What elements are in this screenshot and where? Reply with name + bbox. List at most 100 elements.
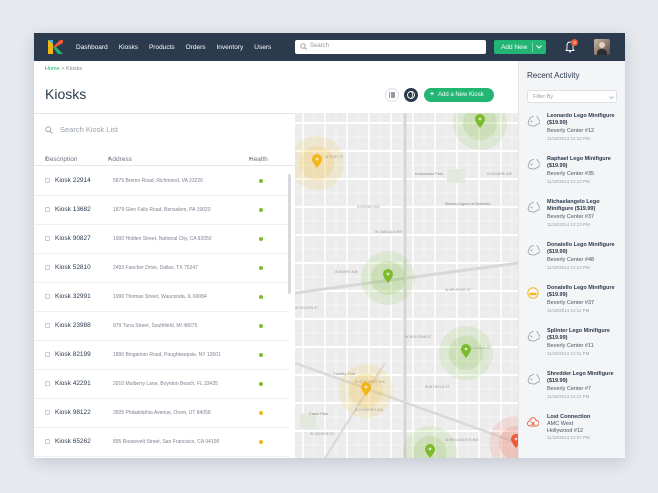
search-icon: [300, 43, 307, 50]
kiosk-description: Kiosk 32991: [55, 293, 91, 300]
table-row[interactable]: Kiosk 52810 2493 Fancher Drive, Dallas, T…: [34, 254, 289, 283]
kiosk-logo-icon[interactable]: [46, 38, 64, 56]
tag-icon: [527, 329, 542, 347]
activity-timestamp: 11/18/2014 12:12 PM: [547, 179, 590, 184]
map-pin-dot: [478, 117, 482, 121]
globe-icon: [407, 91, 415, 99]
recent-activity-title: Recent Activity: [527, 71, 580, 80]
activity-location: Beverly Center #12: [547, 128, 595, 134]
list-view-button[interactable]: [385, 88, 399, 102]
map-canvas[interactable]: W EDDY STW OAKDALE AVEW BARRY AVEW MELRO…: [295, 113, 518, 458]
add-kiosk-label: Add a New Kiosk: [438, 91, 484, 98]
map-street-label: W GEORGE ST: [310, 432, 334, 436]
recent-activity-panel: Recent Activity Filter By Leonardo Lego …: [518, 61, 625, 458]
warning-icon: [527, 286, 539, 304]
map-street-label: N KILDARE AVE: [487, 172, 513, 176]
table-row[interactable]: Kiosk 13682 1879 Glen Falls Road, Bensale…: [34, 196, 289, 225]
activity-timestamp: 11/18/2014 12:07 PM: [547, 435, 590, 440]
kiosk-map[interactable]: W EDDY ST W OAKDALE AVE W BARRY AVE W MELRO…: [295, 113, 518, 458]
row-checkbox[interactable]: [45, 352, 50, 357]
activity-title: Splinter Lego Minifigure ($19.99): [547, 328, 610, 341]
map-place-label: Crane Park: [309, 412, 328, 416]
list-scrollbar[interactable]: [288, 174, 291, 294]
activity-title: Michaelangelo Lego Minifigure ($19.99): [547, 199, 600, 212]
activity-title: Raphael Lego Minifigure ($19.99): [547, 156, 611, 169]
kiosk-description: Kiosk 52810: [55, 264, 91, 271]
kiosk-description: Kiosk 42291: [55, 380, 91, 387]
health-indicator: [259, 324, 263, 328]
table-row[interactable]: Kiosk 32991 1990 Thomas Street, Wauconda,…: [34, 283, 289, 312]
table-row[interactable]: Kiosk 23988 979 Tuna Street, Southfield, …: [34, 312, 289, 341]
health-indicator: [259, 237, 263, 241]
row-checkbox[interactable]: [45, 410, 50, 415]
kiosk-address: 1879 Glen Falls Road, Bensalem, PA 19020: [113, 207, 211, 213]
tag-icon: [527, 372, 542, 390]
map-street-label: W BARRY AVE: [335, 270, 359, 274]
table-header: Description ▾ Address ▾ Health ▾: [34, 154, 295, 166]
table-row[interactable]: Kiosk 98122 3505 Philadelphia Avenue, Ore…: [34, 399, 289, 428]
health-indicator: [259, 266, 263, 270]
add-new-button[interactable]: Add New: [494, 40, 546, 54]
kiosk-address: 3505 Philadelphia Avenue, Orem, UT 84058: [113, 410, 211, 416]
activity-timestamp: 11/18/2014 12:11 PM: [547, 308, 590, 313]
map-street-label: N KEDZIE AVE: [357, 205, 381, 209]
app-window: Dashboard Kiosks Products Orders Invento…: [34, 33, 625, 458]
add-new-divider: [532, 42, 533, 52]
user-avatar[interactable]: [594, 39, 610, 55]
table-row[interactable]: Kiosk 82199 1890 Bingamon Road, Poughkeep…: [34, 341, 289, 370]
row-checkbox[interactable]: [45, 323, 50, 328]
map-street-label: W MELROSE ST: [445, 288, 471, 292]
add-kiosk-button[interactable]: + Add a New Kiosk: [424, 88, 494, 102]
map-street-label: W WOLFRAM ST: [405, 335, 432, 339]
nav-users[interactable]: Users: [254, 44, 271, 51]
kiosk-description: Kiosk 13682: [55, 206, 91, 213]
table-row[interactable]: Kiosk 22914 5875 Bremo Road, Richmond, VA…: [34, 167, 289, 196]
activity-location: Beverly Center #35: [547, 171, 595, 177]
row-checkbox[interactable]: [45, 381, 50, 386]
health-indicator: [259, 411, 263, 415]
row-checkbox[interactable]: [45, 294, 50, 299]
activity-location: AMC West Hollywood #12: [547, 421, 584, 434]
cloud-error-icon: [527, 415, 540, 433]
row-checkbox[interactable]: [45, 236, 50, 241]
nav-inventory[interactable]: Inventory: [217, 44, 244, 51]
activity-timestamp: 11/18/2014 12:11 PM: [547, 394, 590, 399]
row-checkbox[interactable]: [45, 207, 50, 212]
health-indicator: [259, 295, 263, 299]
table-row[interactable]: Kiosk 90827 1900 Holden Street, National …: [34, 225, 289, 254]
activity-location: Beverly Center #48: [547, 257, 595, 263]
map-pin-dot: [315, 157, 319, 161]
map-street-label: W NELSON ST: [295, 306, 318, 310]
row-checkbox[interactable]: [45, 265, 50, 270]
avatar-body: [597, 49, 607, 55]
activity-title: Leonardo Lego Minifigure ($19.99): [547, 113, 615, 126]
table-row[interactable]: Kiosk 65262 895 Roosevelt Street, San Fra…: [34, 428, 289, 457]
filter-by-select[interactable]: Filter By: [527, 90, 617, 103]
row-checkbox[interactable]: [45, 439, 50, 444]
main-nav: Dashboard Kiosks Products Orders Invento…: [76, 33, 282, 61]
map-pin-dot: [464, 347, 468, 351]
activity-timestamp: 11/18/2014 12:11 PM: [547, 351, 590, 356]
global-search-input[interactable]: Search: [295, 40, 486, 54]
table-row[interactable]: Kiosk 42291 2910 Mulberry Lane, Boynton B…: [34, 370, 289, 399]
kiosk-description: Kiosk 23988: [55, 322, 91, 329]
kiosk-description: Kiosk 22914: [55, 177, 91, 184]
row-checkbox[interactable]: [45, 178, 50, 183]
activity-timestamp: 11/18/2014 12:14 PM: [547, 265, 590, 270]
list-icon: [389, 92, 395, 98]
kiosk-address: 1890 Bingamon Road, Poughkeepsie, NY 126…: [113, 352, 221, 358]
tag-icon: [527, 157, 542, 175]
kiosk-address: 895 Roosevelt Street, San Francisco, CA …: [113, 439, 220, 445]
nav-products[interactable]: Products: [149, 44, 175, 51]
kiosk-search-input[interactable]: Search Kiosk List: [45, 125, 118, 134]
map-pin-dot: [386, 272, 390, 276]
nav-dashboard[interactable]: Dashboard: [76, 44, 108, 51]
tag-icon: [527, 114, 542, 132]
column-description-label: Description: [45, 156, 78, 163]
map-view-button[interactable]: [404, 88, 418, 102]
nav-orders[interactable]: Orders: [186, 44, 206, 51]
nav-kiosks[interactable]: Kiosks: [119, 44, 138, 51]
chevron-down-icon[interactable]: [536, 45, 542, 49]
breadcrumb-home[interactable]: Home: [45, 66, 60, 72]
sort-caret-icon: ▾: [108, 156, 111, 162]
